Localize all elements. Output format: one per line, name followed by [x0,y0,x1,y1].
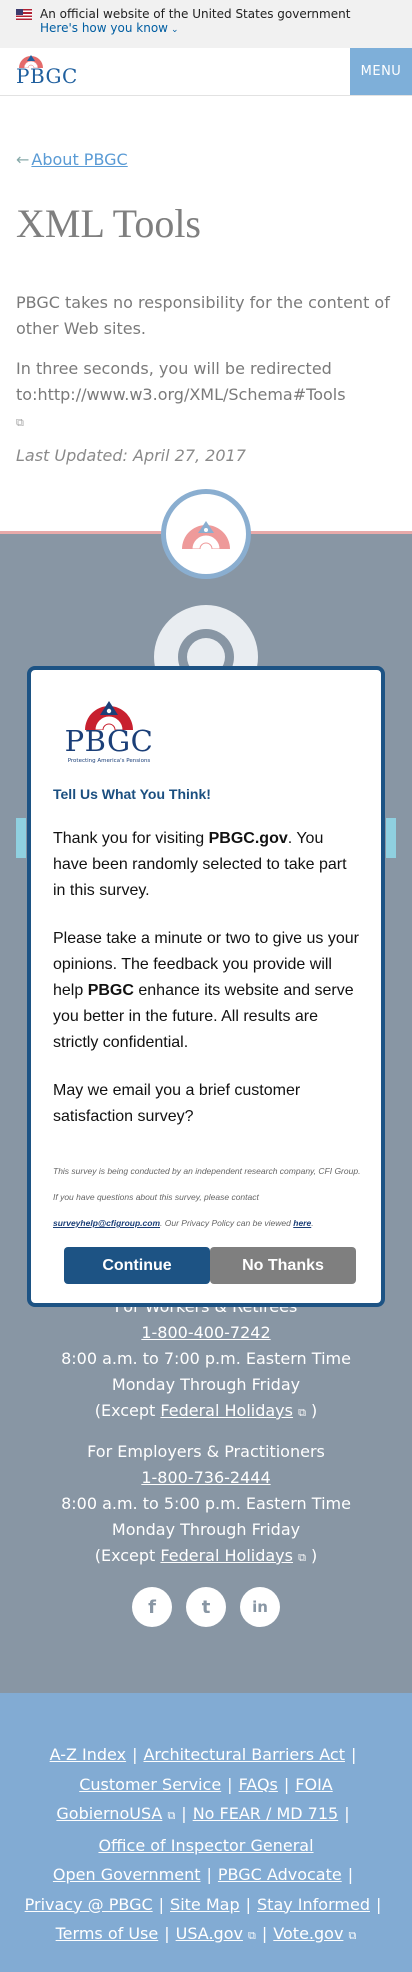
terms-of-use-link[interactable]: Terms of Use [56,1924,159,1943]
external-link-icon: ⧉ [348,1929,357,1942]
employers-heading: For Employers & Practitioners [87,1442,325,1461]
linkedin-icon[interactable]: in [240,1587,280,1627]
modal-intro-strong: PBGC.gov [208,830,288,847]
workers-hours: 8:00 a.m. to 7:00 p.m. Eastern Time Mond… [61,1349,351,1394]
oig-link[interactable]: Office of Inspector General [98,1836,313,1855]
fine-print-c: . [311,1218,314,1228]
modal-intro-a: Thank you for visiting [53,830,209,847]
feedback-tab-left[interactable] [16,818,26,858]
faqs-link[interactable]: FAQs [239,1775,278,1794]
privacy-policy-link[interactable]: here [293,1218,311,1228]
site-map-link[interactable]: Site Map [170,1895,240,1914]
employers-hours: 8:00 a.m. to 5:00 p.m. Eastern Time Mond… [61,1494,351,1539]
disclaimer-text: PBGC takes no responsibility for the con… [16,293,390,338]
except-suffix: ) [305,1546,318,1565]
gov-banner: An official website of the United States… [0,0,412,48]
last-updated: Last Updated: April 27, 2017 [16,446,246,465]
back-arrow-icon: ← [16,150,30,169]
modal-question: May we email you a brief customer satisf… [53,1082,301,1125]
workers-holidays: (Except Federal Holidays ⧉ ) [0,1398,412,1426]
employers-holidays: (Except Federal Holidays ⧉ ) [0,1543,412,1571]
except-prefix: (Except [94,1401,161,1420]
survey-modal: PBGC Protecting America's Pensions Tell … [27,666,385,1307]
privacy-link[interactable]: Privacy @ PBGC [25,1895,153,1914]
no-thanks-button[interactable]: No Thanks [210,1247,356,1284]
gov-banner-text: An official website of the United States… [40,7,351,21]
modal-logo: PBGC Protecting America's Pensions [61,700,157,764]
separator: | [375,1894,382,1914]
gobierno-link[interactable]: GobiernoUSA [56,1804,162,1823]
separator: | [350,1745,357,1764]
separator: | [347,1865,354,1884]
modal-fine-print: This survey is being conducted by an ind… [53,1158,361,1236]
external-link-icon: ⧉ [167,1809,176,1822]
separator: | [164,1924,170,1943]
federal-holidays-link[interactable]: Federal Holidays [160,1546,293,1565]
separator: | [132,1745,138,1764]
menu-button[interactable]: MENU [350,48,412,95]
footer-badge [161,489,251,579]
pbgc-logo[interactable]: PBGC [0,48,78,95]
az-index-link[interactable]: A-Z Index [50,1745,126,1764]
workers-contact: For Workers & Retirees 1-800-400-7242 8:… [0,1294,412,1426]
external-link-icon: ⧉ [298,1406,306,1419]
except-prefix: (Except [94,1546,161,1565]
how-you-know-link[interactable]: Here's how you know ⌄ [40,21,396,35]
modal-buttons: Continue No Thanks [31,1247,381,1284]
facebook-icon[interactable]: f [132,1587,172,1627]
continue-button[interactable]: Continue [64,1247,210,1284]
modal-request: Please take a minute or two to give us y… [53,926,361,1056]
separator: | [245,1894,252,1914]
open-government-link[interactable]: Open Government [53,1865,201,1884]
stay-informed-link[interactable]: Stay Informed [257,1895,370,1914]
external-link-icon: ⧉ [248,1929,256,1942]
social-links: f t in [0,1587,412,1627]
logo-text: PBGC [16,64,78,88]
redirect-text: In three seconds, you will be redirected… [16,356,396,436]
site-header: PBGC MENU [0,48,412,96]
footer-links: A-Z Index | Architectural Barriers Act | Cu… [0,1693,412,1972]
separator: | [181,1804,187,1823]
separator: | [158,1894,165,1914]
vote-gov-link[interactable]: Vote.gov [273,1924,343,1943]
back-link[interactable]: ← About PBGC [16,150,128,169]
external-link-icon: ⧉ [16,416,24,429]
usa-gov-link[interactable]: USA.gov [176,1924,243,1943]
page-title: XML Tools [16,201,201,246]
no-fear-link[interactable]: No FEAR / MD 715 [193,1804,339,1823]
modal-request-strong: PBGC [87,982,134,999]
workers-phone-link[interactable]: 1-800-400-7242 [141,1323,270,1342]
twitter-icon[interactable]: t [186,1587,226,1627]
barriers-link[interactable]: Architectural Barriers Act [143,1745,344,1764]
pbgc-shield-icon [182,521,230,549]
back-link-label[interactable]: About PBGC [31,150,127,169]
fine-print-a: This survey is being conducted by an ind… [53,1166,361,1202]
external-link-icon: ⧉ [298,1551,306,1564]
separator: | [283,1774,290,1794]
separator: | [227,1774,233,1794]
chevron-down-icon: ⌄ [170,25,179,35]
federal-holidays-link[interactable]: Federal Holidays [160,1401,293,1420]
except-suffix: ) [305,1401,318,1420]
foia-link[interactable]: FOIA [295,1775,332,1794]
modal-intro: Thank you for visiting PBGC.gov. You hav… [53,826,361,904]
modal-logo-text: PBGC [64,724,154,758]
separator: | [344,1804,350,1823]
pbgc-advocate-link[interactable]: PBGC Advocate [218,1865,342,1884]
separator: | [261,1924,268,1943]
us-flag-icon [16,8,32,20]
survey-help-email-link[interactable]: surveyhelp@cfigroup.com [53,1218,160,1228]
separator: | [206,1865,212,1884]
modal-logo-tagline: Protecting America's Pensions [67,758,151,764]
customer-service-link[interactable]: Customer Service [79,1775,221,1794]
feedback-tab-right[interactable] [386,818,396,858]
modal-heading: Tell Us What You Think! [53,786,211,802]
redirect-url: http://www.w3.org/XML/Schema#Tools [37,385,346,404]
fine-print-b: . Our Privacy Policy can be viewed [160,1218,294,1228]
employers-phone-link[interactable]: 1-800-736-2444 [141,1468,270,1487]
employers-contact: For Employers & Practitioners 1-800-736-… [0,1439,412,1571]
